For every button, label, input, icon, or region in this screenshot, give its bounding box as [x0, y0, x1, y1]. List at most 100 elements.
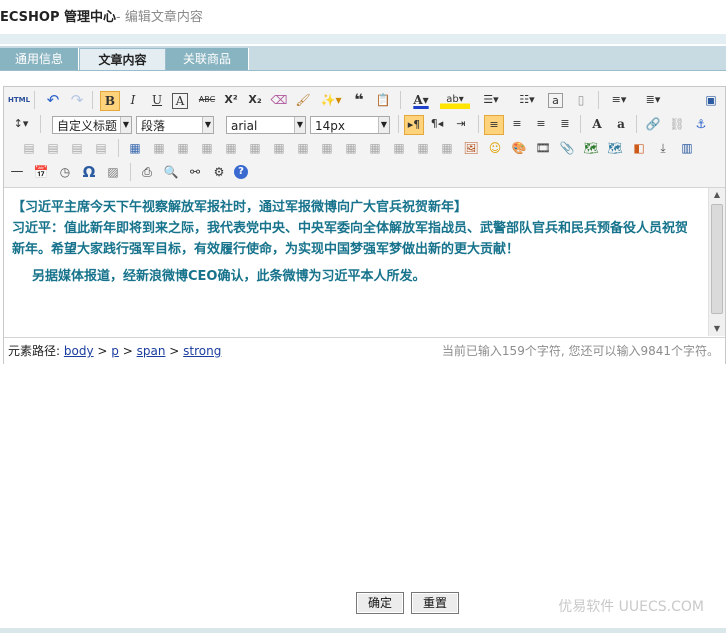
paragraph-select[interactable]: 段落 ▼: [136, 116, 214, 134]
attachment-icon[interactable]: 📎: [558, 139, 576, 157]
fullscreen-icon[interactable]: ▣: [702, 91, 720, 109]
align-center-icon[interactable]: ≡: [508, 115, 526, 133]
tab-related-goods[interactable]: 关联商品: [166, 48, 249, 70]
preview-icon[interactable]: 🔍: [162, 163, 180, 181]
scrawl-icon[interactable]: 🎨: [510, 139, 528, 157]
line-height-icon[interactable]: ↕▾: [8, 115, 34, 133]
font-family-select[interactable]: arial ▼: [226, 116, 306, 134]
path-link-body[interactable]: body: [64, 344, 94, 358]
path-link-span[interactable]: span: [137, 344, 166, 358]
insert-video-icon[interactable]: 🎞: [534, 139, 552, 157]
underline-button[interactable]: U: [148, 91, 166, 109]
align-right-icon[interactable]: ≡: [532, 115, 550, 133]
tab-general[interactable]: 通用信息: [0, 48, 79, 70]
reset-button[interactable]: 重置: [411, 592, 459, 614]
insert-image-icon[interactable]: 🖼: [462, 139, 480, 157]
template-icon[interactable]: ▥: [678, 139, 696, 157]
scrollbar-thumb[interactable]: [711, 204, 723, 314]
scroll-down-icon[interactable]: ▼: [709, 322, 725, 336]
undo-icon[interactable]: ↶: [44, 91, 62, 109]
split-rows-icon[interactable]: ▦: [390, 139, 408, 157]
split-cols-icon[interactable]: ▦: [414, 139, 432, 157]
auto-format-icon[interactable]: ✨▾: [318, 91, 344, 109]
toolbar-separator: [478, 115, 479, 133]
bold-button[interactable]: B: [100, 91, 120, 111]
indent-icon[interactable]: ⇥: [452, 115, 470, 133]
content-paragraph: 习近平：值此新年即将到来之际，我代表党中央、中央军委向全体解放军指战员、武警部队…: [12, 221, 689, 257]
align-left-icon[interactable]: ≡: [484, 115, 504, 135]
insert-table-icon[interactable]: ▦: [126, 139, 144, 157]
superscript-button[interactable]: X²: [222, 91, 240, 109]
toolbar-separator: [118, 139, 119, 157]
editor-content[interactable]: 【习近平主席今天下午视察解放军报社时，通过军报微博向广大官兵祝贺新年】 习近平：…: [4, 188, 707, 336]
ordered-list-icon[interactable]: ☰▾: [476, 91, 506, 109]
format-painter-icon[interactable]: 🖌: [294, 91, 312, 109]
path-link-strong[interactable]: strong: [183, 344, 221, 358]
code-icon[interactable]: ⚙: [210, 163, 228, 181]
to-uppercase-icon[interactable]: A: [588, 115, 606, 133]
italic-button[interactable]: I: [124, 91, 142, 109]
paragraph-value: 段落: [141, 119, 166, 133]
select-all-icon[interactable]: a: [548, 93, 563, 108]
strikethrough-button[interactable]: ABC: [196, 91, 218, 109]
delete-col-icon[interactable]: ▦: [270, 139, 288, 157]
font-border-button[interactable]: A: [172, 93, 188, 109]
insert-paragraph-before-table-icon[interactable]: ▦: [174, 139, 192, 157]
tab-article-content[interactable]: 文章内容: [79, 48, 166, 71]
time-icon[interactable]: ◷: [56, 163, 74, 181]
merge-cells-icon[interactable]: ▦: [294, 139, 312, 157]
path-separator: >: [97, 344, 108, 358]
baidu-map-icon[interactable]: 🗺: [606, 139, 624, 157]
eraser-icon[interactable]: ⌫: [270, 91, 288, 109]
path-link-p[interactable]: p: [111, 344, 119, 358]
print-icon[interactable]: ⎙: [138, 163, 156, 181]
custom-heading-select[interactable]: 自定义标题 ▼: [52, 116, 132, 134]
scroll-up-icon[interactable]: ▲: [709, 188, 725, 202]
merge-right-icon[interactable]: ▦: [318, 139, 336, 157]
unordered-list-icon[interactable]: ☷▾: [512, 91, 542, 109]
insert-col-icon[interactable]: ▦: [246, 139, 264, 157]
image-none-icon[interactable]: ▤: [20, 139, 38, 157]
header-band: [0, 34, 726, 44]
row-spacing-bottom-icon[interactable]: ≣▾: [640, 91, 666, 109]
link-icon[interactable]: 🔗: [644, 115, 662, 133]
image-center-icon[interactable]: ▤: [92, 139, 110, 157]
insert-frame-icon[interactable]: ◧: [630, 139, 648, 157]
emotion-icon[interactable]: ☺: [486, 139, 504, 157]
word-image-icon[interactable]: ▨: [104, 163, 122, 181]
subscript-button[interactable]: X₂: [246, 91, 264, 109]
align-justify-icon[interactable]: ≣: [556, 115, 574, 133]
editor-toolbar: HTML ↶ ↷ B I U A ABC X² X₂ ⌫ 🖌 ✨▾ ❝ 📋 A▾…: [4, 87, 725, 188]
image-left-icon[interactable]: ▤: [44, 139, 62, 157]
help-icon[interactable]: ?: [234, 165, 248, 179]
blockquote-icon[interactable]: ❝: [350, 91, 368, 109]
special-chars-button[interactable]: Ω: [80, 163, 98, 181]
unlink-icon[interactable]: ⛓: [668, 115, 686, 133]
insert-row-icon[interactable]: ▦: [198, 139, 216, 157]
confirm-button[interactable]: 确定: [356, 592, 404, 614]
delete-table-icon[interactable]: ▦: [150, 139, 168, 157]
merge-down-icon[interactable]: ▦: [342, 139, 360, 157]
highlight-color-icon[interactable]: ab▾: [440, 91, 470, 109]
row-spacing-top-icon[interactable]: ≡▾: [606, 91, 632, 109]
font-size-select[interactable]: 14px ▼: [310, 116, 390, 134]
font-color-icon[interactable]: A▾: [408, 91, 434, 109]
clear-doc-icon[interactable]: ▯: [572, 91, 590, 109]
table-properties-icon[interactable]: ▦: [438, 139, 456, 157]
ltr-direction-icon[interactable]: ▸¶: [404, 115, 424, 135]
rtl-direction-icon[interactable]: ¶◂: [428, 115, 446, 133]
search-replace-icon[interactable]: ⚯: [186, 163, 204, 181]
date-icon[interactable]: 📅: [32, 163, 50, 181]
delete-row-icon[interactable]: ▦: [222, 139, 240, 157]
editor-scrollbar[interactable]: ▲ ▼: [708, 188, 725, 336]
anchor-icon[interactable]: ⚓: [692, 115, 710, 133]
google-map-icon[interactable]: 🗺: [582, 139, 600, 157]
source-html-button[interactable]: HTML: [8, 91, 30, 109]
page-break-icon[interactable]: ⤓: [654, 139, 672, 157]
paste-plain-icon[interactable]: 📋: [374, 91, 392, 109]
redo-icon[interactable]: ↷: [68, 91, 86, 109]
split-cells-icon[interactable]: ▦: [366, 139, 384, 157]
horizontal-rule-icon[interactable]: —: [8, 163, 26, 181]
image-right-icon[interactable]: ▤: [68, 139, 86, 157]
to-lowercase-icon[interactable]: a: [612, 115, 630, 133]
